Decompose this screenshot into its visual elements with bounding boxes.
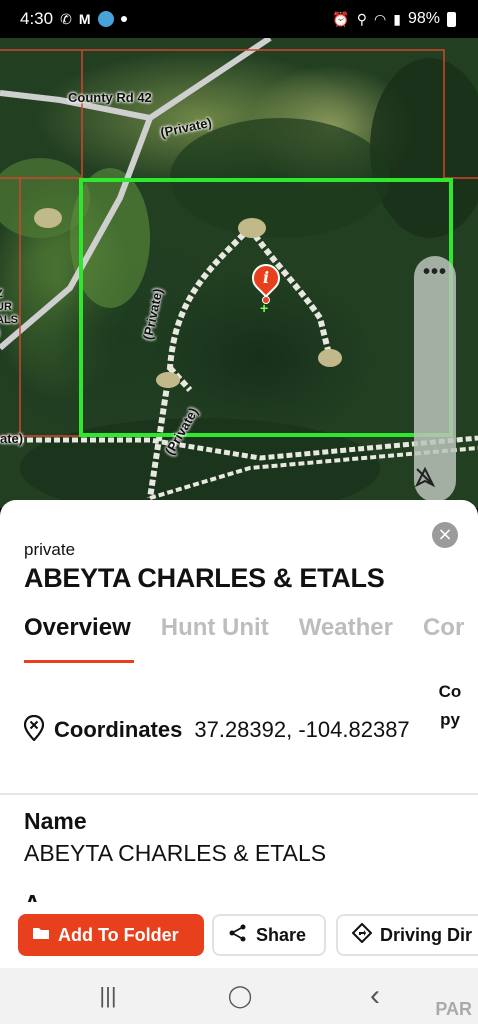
coordinates-pin-icon xyxy=(23,714,45,746)
coordinates-label: Coordinates xyxy=(54,717,183,742)
tab-overview[interactable]: Overview xyxy=(24,614,131,666)
battery-icon xyxy=(447,11,456,27)
driving-directions-label: Driving Dir xyxy=(380,924,473,945)
home-button[interactable]: ◯ xyxy=(210,968,270,1024)
location-app-icon xyxy=(97,11,114,27)
crosshair-icon: + xyxy=(260,300,269,316)
share-label: Share xyxy=(256,924,307,945)
signal-icon: ▮ xyxy=(393,11,401,27)
share-button[interactable]: Share xyxy=(212,914,326,956)
name-heading: Name xyxy=(24,808,87,834)
location-icon: ⚲ xyxy=(356,11,368,27)
copy-coordinates-button[interactable]: Copy xyxy=(438,678,462,734)
back-button[interactable]: ‹ xyxy=(345,968,405,1024)
more-options-button[interactable]: ••• xyxy=(414,262,456,290)
parcel-detail-sheet: × private ABEYTA CHARLES & ETALS Overvie… xyxy=(0,500,478,1024)
active-tab-indicator xyxy=(24,660,134,663)
alarm-icon: ⏰ xyxy=(332,11,350,27)
watermark-logo: PAR xyxy=(435,999,472,1019)
add-to-folder-button[interactable]: Add To Folder xyxy=(18,914,204,956)
action-bar: Add To Folder Share Driving Dir xyxy=(0,902,478,974)
close-button[interactable]: × xyxy=(432,522,458,548)
directions-icon xyxy=(351,922,373,948)
notification-dot-icon xyxy=(120,16,127,22)
map-label-county-road: County Rd 42 xyxy=(68,90,152,105)
status-time: 4:30 xyxy=(20,9,54,28)
detail-tabs: Overview Hunt Unit Weather Cor xyxy=(24,614,478,666)
ownership-type: private xyxy=(24,540,76,559)
driving-directions-button[interactable]: Driving Dir xyxy=(336,914,478,956)
recent-apps-button[interactable]: ||| xyxy=(78,968,138,1024)
tab-cor[interactable]: Cor xyxy=(423,614,464,666)
name-value: ABEYTA CHARLES & ETALS xyxy=(24,840,327,866)
map-label-edge: Z UR ALS ) xyxy=(0,288,18,326)
divider xyxy=(0,793,478,795)
info-icon: i xyxy=(262,268,270,287)
tab-hunt-unit[interactable]: Hunt Unit xyxy=(161,614,269,666)
battery-percent: 98% xyxy=(407,10,440,27)
map-overlay xyxy=(0,38,478,508)
coordinates-row: Coordinates 37.28392, -104.82387 xyxy=(23,710,410,750)
status-right: ⏰ ⚲ ◠ ▮ 98% xyxy=(332,10,456,28)
wifi-call-icon: ✆ xyxy=(60,11,72,27)
parcel-title: ABEYTA CHARLES & ETALS xyxy=(24,563,385,593)
system-nav-bar: ||| ◯ ‹ PAR xyxy=(0,968,478,1024)
location-off-icon[interactable] xyxy=(414,466,456,494)
wifi-icon: ◠ xyxy=(374,11,387,27)
share-icon xyxy=(228,923,248,948)
map-label-edge: ate) xyxy=(0,431,24,446)
status-left: 4:30 ✆ M xyxy=(20,9,127,29)
map-controls: ••• xyxy=(414,256,456,502)
folder-icon xyxy=(32,925,50,946)
add-to-folder-label: Add To Folder xyxy=(58,924,179,945)
tab-weather[interactable]: Weather xyxy=(299,614,393,666)
map-view[interactable]: County Rd 42 (Private) (Private) (Privat… xyxy=(0,38,478,508)
coordinates-value: 37.28392, -104.82387 xyxy=(194,717,410,742)
status-bar: 4:30 ✆ M ⏰ ⚲ ◠ ▮ 98% xyxy=(0,0,478,38)
gmail-icon: M xyxy=(78,11,91,27)
